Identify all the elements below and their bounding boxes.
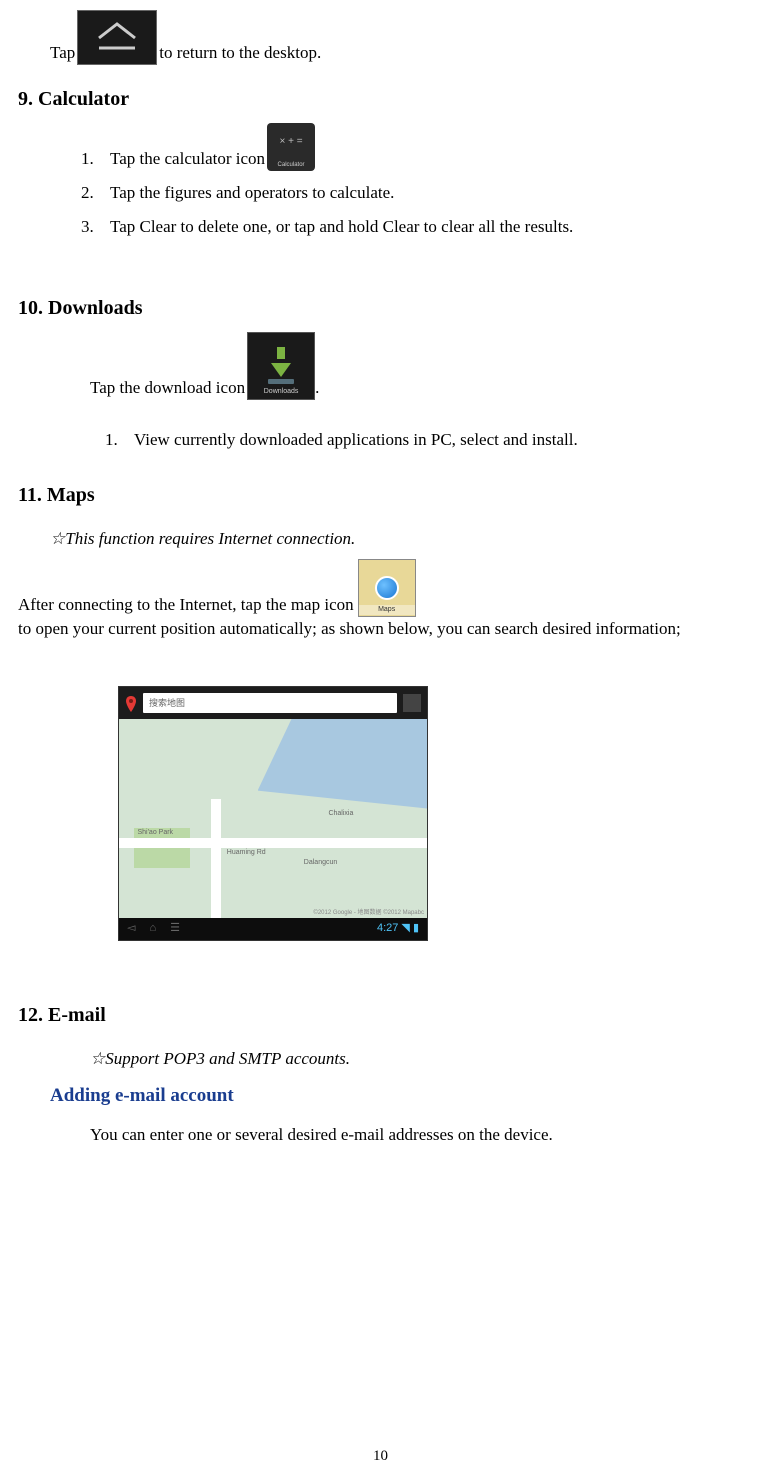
nav-recent-icon[interactable]: ☰ <box>170 921 180 936</box>
map-screenshot: 搜索地图 Shi'ao Park Huaming Rd Dalangcun Ch… <box>118 686 428 941</box>
map-search-placeholder: 搜索地图 <box>149 697 185 710</box>
downloads-period: . <box>315 376 319 400</box>
text-tap: Tap <box>50 41 75 65</box>
nav-back-icon[interactable]: ◅ <box>127 921 135 936</box>
map-label-park: Shi'ao Park <box>137 828 173 838</box>
heading-email: 12. E-mail <box>18 1001 743 1029</box>
downloads-text: Tap the download icon <box>90 376 245 400</box>
map-layers-icon <box>403 694 421 712</box>
maps-text-pre: After connecting to the Internet, tap th… <box>18 593 354 617</box>
email-note: ☆Support POP3 and SMTP accounts. <box>18 1047 743 1071</box>
map-body[interactable]: Shi'ao Park Huaming Rd Dalangcun Chalixi… <box>119 719 427 918</box>
calculator-icon <box>267 123 315 171</box>
map-topbar: 搜索地图 <box>119 687 427 719</box>
email-sub-heading: Adding e-mail account <box>18 1083 743 1110</box>
calc-item-1-text: Tap the calculator icon <box>110 147 265 171</box>
heading-maps: 11. Maps <box>18 481 743 509</box>
map-copyright: ©2012 Google - 地图数据 ©2012 Mapabc <box>313 909 424 917</box>
map-label-road: Huaming Rd <box>227 848 266 858</box>
intro-line: Tap to return to the desktop. <box>18 10 743 65</box>
calc-item-3: Tap Clear to delete one, or tap and hold… <box>98 215 743 239</box>
maps-icon <box>358 559 416 617</box>
calc-item-1: Tap the calculator icon <box>98 123 743 171</box>
calc-item-2: Tap the figures and operators to calcula… <box>98 181 743 205</box>
map-search-input[interactable]: 搜索地图 <box>143 693 397 713</box>
map-label-area: Chalixia <box>328 809 353 819</box>
map-navbar: ◅ ⌂ ☰ 4:27 ◥ ▮ <box>119 918 427 940</box>
home-icon <box>77 10 157 65</box>
calculator-list: Tap the calculator icon Tap the figures … <box>18 123 743 239</box>
page-number: 10 <box>0 1446 761 1467</box>
heading-downloads: 10. Downloads <box>18 294 743 322</box>
text-return: to return to the desktop. <box>159 41 321 65</box>
downloads-body: Tap the download icon . View currently d… <box>18 332 743 452</box>
maps-paragraph: After connecting to the Internet, tap th… <box>18 559 743 641</box>
map-pin-icon <box>125 695 137 711</box>
downloads-sub-item-1: View currently downloaded applications i… <box>122 428 743 452</box>
maps-note: ☆This function requires Internet connect… <box>18 527 743 551</box>
nav-home-icon[interactable]: ⌂ <box>149 921 156 936</box>
map-label-village: Dalangcun <box>304 858 337 868</box>
downloads-sublist: View currently downloaded applications i… <box>90 428 743 452</box>
downloads-icon <box>247 332 315 400</box>
maps-text-post: to open your current position automatica… <box>18 617 681 641</box>
nav-time: 4:27 ◥ ▮ <box>377 921 419 936</box>
heading-calculator: 9. Calculator <box>18 85 743 113</box>
email-body-text: You can enter one or several desired e-m… <box>18 1123 743 1147</box>
